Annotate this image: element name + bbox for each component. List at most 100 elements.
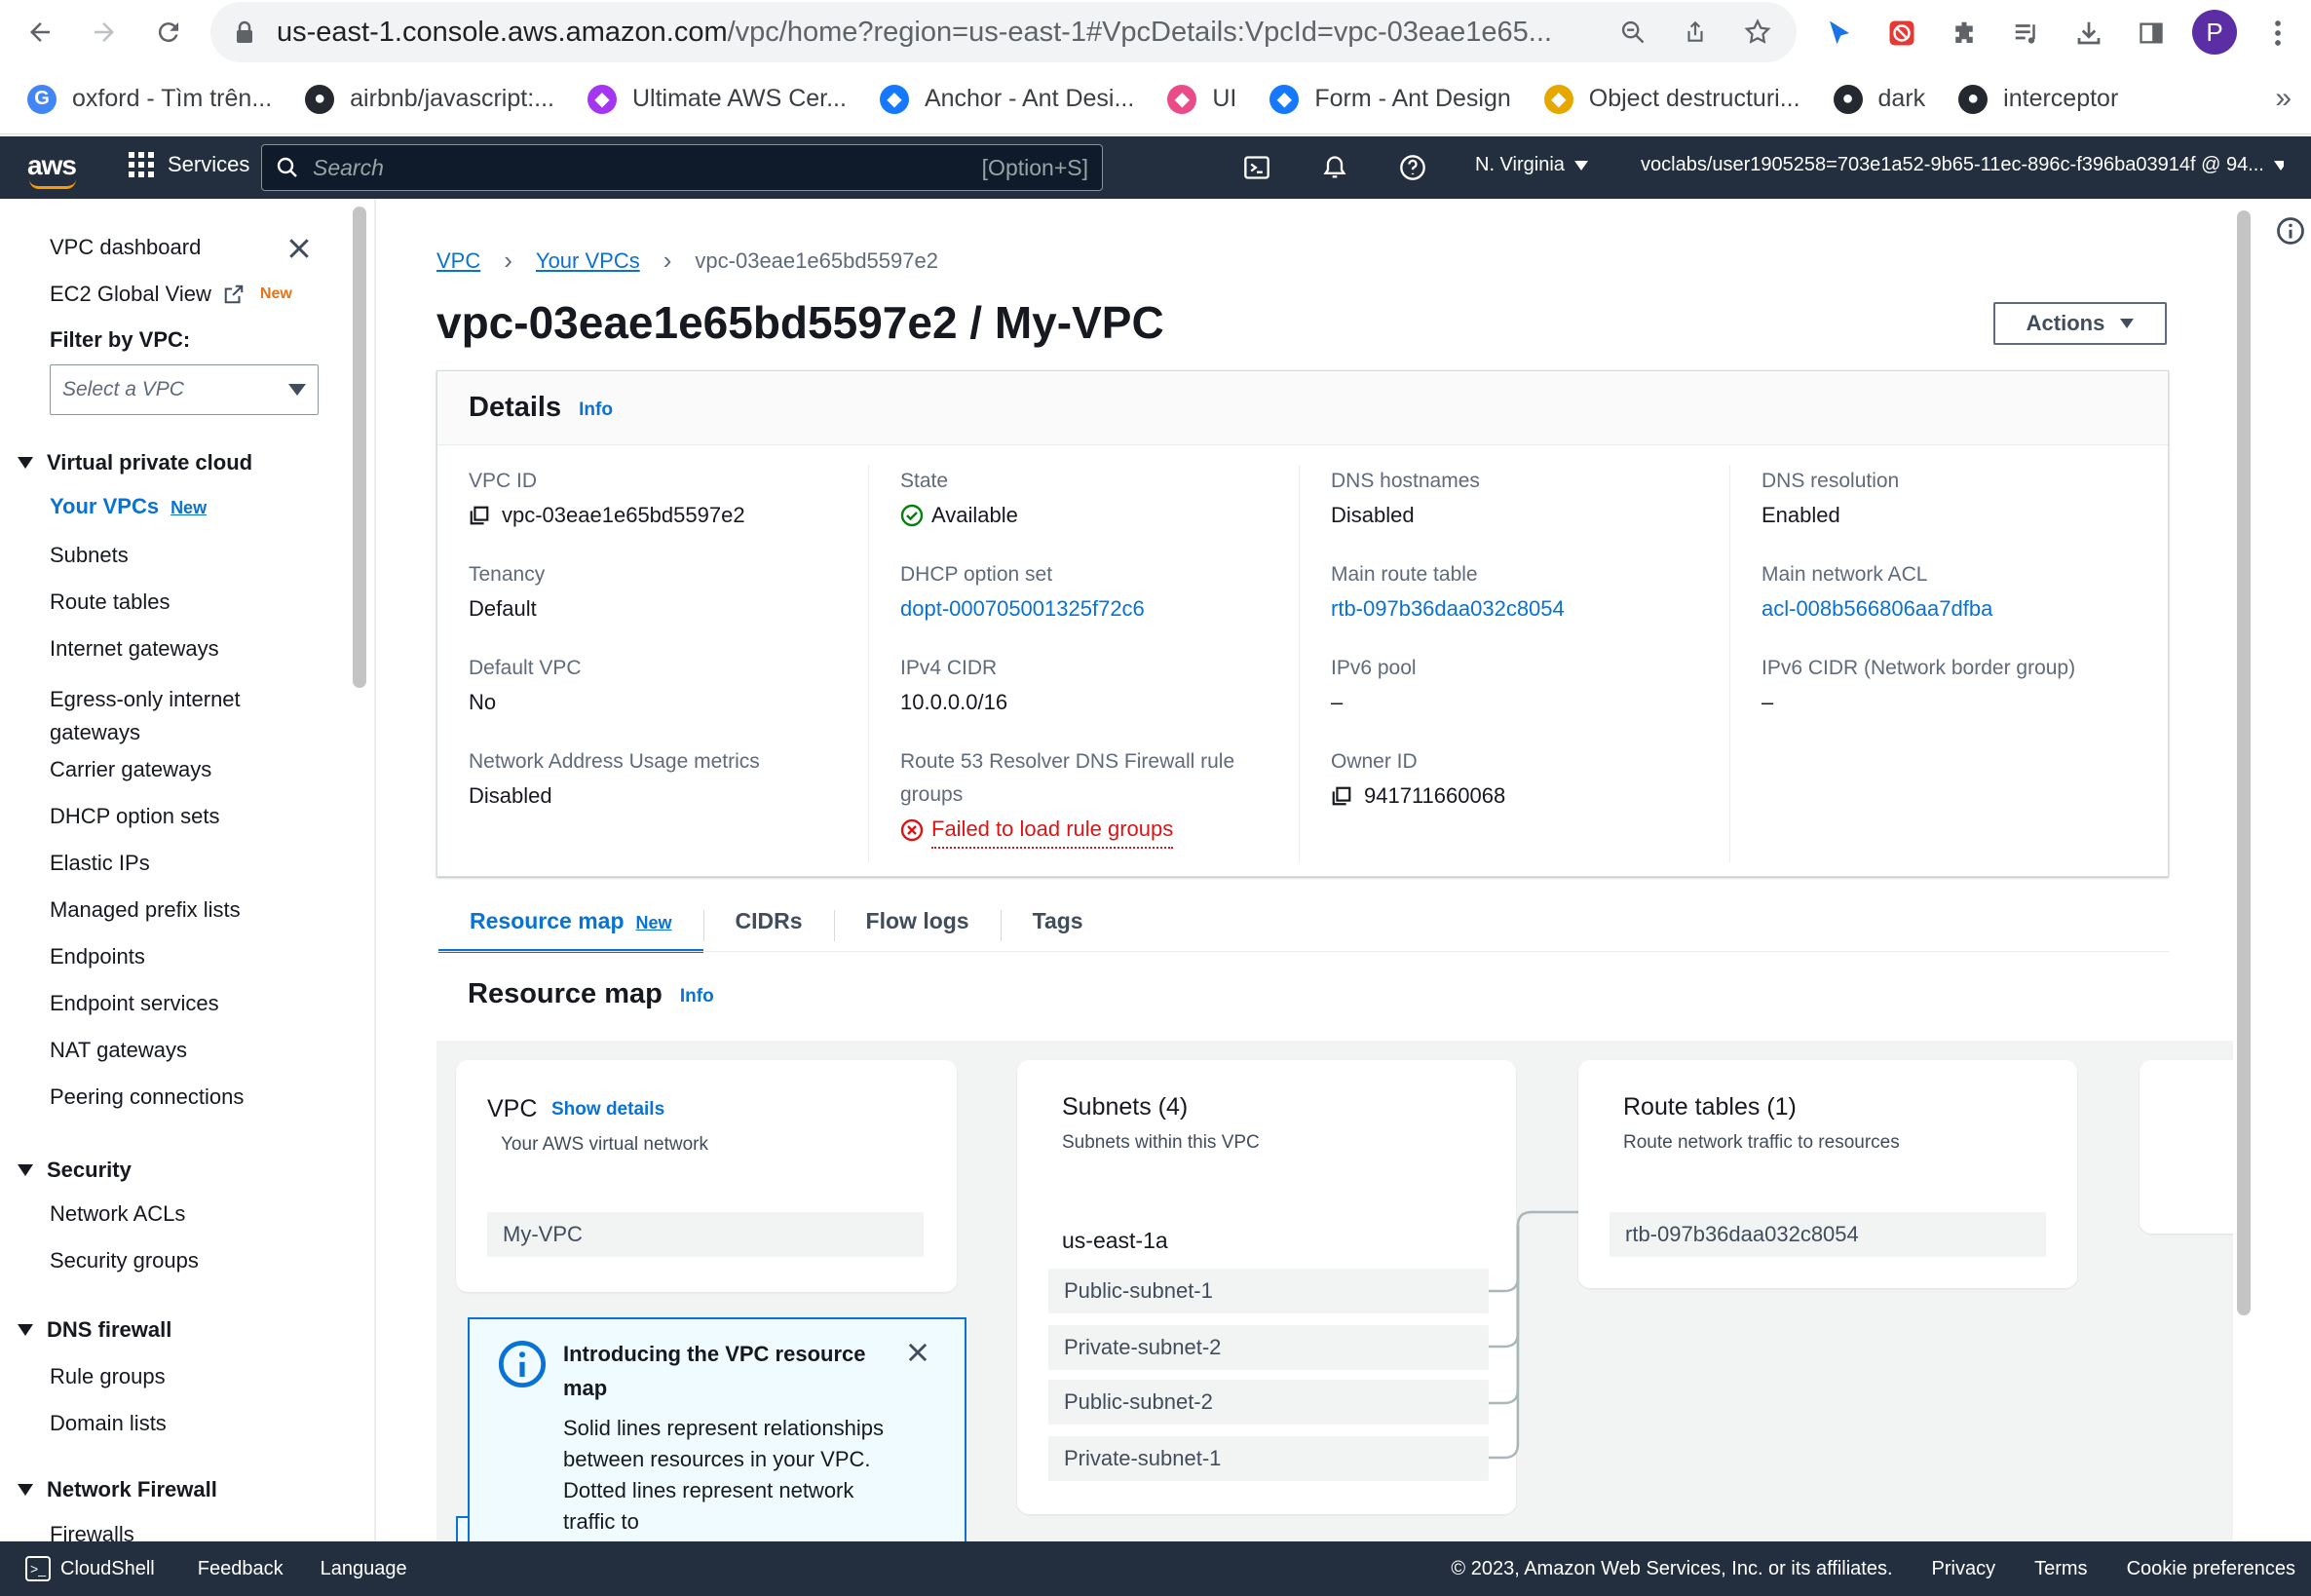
show-details-link[interactable]: Show details bbox=[551, 1099, 664, 1121]
bookmark-item[interactable]: ◆ UI bbox=[1167, 84, 1236, 114]
account-menu[interactable]: voclabs/user1905258=703e1a52-9b65-11ec-8… bbox=[1641, 154, 2284, 176]
resource-map-title: Resource map Info bbox=[468, 978, 714, 1009]
js-info-icon: ◆ bbox=[1543, 84, 1573, 114]
blocker-extension-icon[interactable] bbox=[1880, 12, 1923, 55]
sidebar-section-header[interactable]: DNS firewall bbox=[18, 1317, 171, 1343]
vpc-node-my-vpc[interactable]: My-VPC bbox=[487, 1212, 924, 1257]
details-title: Details bbox=[469, 392, 562, 423]
sidebar-item-vpc-dashboard[interactable]: VPC dashboard bbox=[50, 235, 201, 260]
sidebar-item[interactable]: Carrier gateways bbox=[50, 757, 211, 782]
services-grid-icon bbox=[129, 152, 154, 177]
bookmark-item[interactable]: ◆ Object destructuri... bbox=[1543, 84, 1800, 114]
sidebar-item[interactable]: Egress-only internet gateways bbox=[50, 683, 284, 749]
sidebar-scrollbar[interactable] bbox=[353, 207, 366, 688]
subnet-node[interactable]: Public-subnet-2 bbox=[1048, 1380, 1489, 1425]
side-panel-icon[interactable] bbox=[2130, 12, 2173, 55]
dhcp-option-set-link[interactable]: dopt-000705001325f72c6 bbox=[900, 591, 1145, 627]
main-scrollbar[interactable] bbox=[2237, 210, 2251, 1315]
sidebar-item[interactable]: Managed prefix lists bbox=[50, 897, 241, 923]
reading-list-icon[interactable] bbox=[2005, 12, 2048, 55]
services-menu[interactable]: Services bbox=[129, 152, 249, 177]
footer-cloudshell[interactable]: CloudShell bbox=[60, 1558, 155, 1580]
address-bar[interactable]: us-east-1.console.aws.amazon.com/vpc/hom… bbox=[210, 2, 1797, 62]
cloudshell-icon[interactable] bbox=[1241, 152, 1272, 183]
close-icon[interactable] bbox=[904, 1339, 931, 1366]
bookmark-item[interactable]: Goxford - Tìm trên... bbox=[27, 84, 272, 114]
sidebar-item[interactable]: Elastic IPs bbox=[50, 851, 150, 876]
vpc-filter-select[interactable]: Select a VPC bbox=[50, 364, 319, 415]
breadcrumb-vpc[interactable]: VPC bbox=[436, 248, 480, 274]
sidebar-section-header[interactable]: Network Firewall bbox=[18, 1477, 217, 1502]
sidebar-item[interactable]: Route tables bbox=[50, 589, 170, 615]
main-route-table-link[interactable]: rtb-097b36daa032c8054 bbox=[1331, 591, 1565, 627]
state-value: Available bbox=[931, 503, 1018, 527]
footer-cookie-preferences[interactable]: Cookie preferences bbox=[2127, 1558, 2295, 1580]
cursor-extension-icon[interactable] bbox=[1818, 12, 1861, 55]
tab-flow-logs[interactable]: Flow logs bbox=[835, 898, 1001, 951]
forward-icon[interactable] bbox=[82, 10, 127, 55]
bookmark-item[interactable]: ● dark bbox=[1833, 84, 1925, 114]
footer-language[interactable]: Language bbox=[321, 1558, 407, 1580]
footer-copyright: © 2023, Amazon Web Services, Inc. or its… bbox=[1451, 1557, 1893, 1579]
tab-cidrs[interactable]: CIDRs bbox=[704, 898, 834, 951]
close-sidebar-icon[interactable] bbox=[284, 234, 314, 263]
copy-icon[interactable] bbox=[1331, 785, 1352, 807]
zoom-icon[interactable] bbox=[1613, 13, 1652, 52]
search-input[interactable]: Search [Option+S] bbox=[261, 144, 1103, 191]
footer-terms[interactable]: Terms bbox=[2034, 1558, 2087, 1580]
actions-button[interactable]: Actions bbox=[1993, 302, 2167, 345]
tab-resource-map[interactable]: Resource map New bbox=[438, 898, 703, 953]
copy-icon[interactable] bbox=[469, 505, 490, 526]
subnet-node[interactable]: Private-subnet-2 bbox=[1048, 1325, 1489, 1370]
sidebar-item[interactable]: Security groups bbox=[50, 1248, 199, 1273]
sidebar-section-header[interactable]: Security bbox=[18, 1158, 132, 1183]
help-icon[interactable] bbox=[1397, 152, 1428, 183]
field-ipv4-cidr: IPv4 CIDR 10.0.0.0/16 bbox=[900, 657, 1008, 714]
menu-kebab-icon[interactable] bbox=[2256, 12, 2299, 55]
extensions-puzzle-icon[interactable] bbox=[1943, 12, 1986, 55]
bookmark-item[interactable]: ◆ Anchor - Ant Desi... bbox=[879, 84, 1134, 114]
sidebar-item[interactable]: NAT gateways bbox=[50, 1038, 187, 1063]
sidebar-item[interactable]: Network ACLs bbox=[50, 1201, 185, 1227]
resource-map-info-link[interactable]: Info bbox=[680, 986, 714, 1007]
sidebar-item[interactable]: DHCP option sets bbox=[50, 804, 219, 829]
sidebar-item[interactable]: Internet gateways bbox=[50, 636, 219, 662]
details-info-link[interactable]: Info bbox=[579, 399, 613, 421]
sidebar-item[interactable]: Subnets bbox=[50, 543, 129, 568]
bookmark-item[interactable]: ● airbnb/javascript:... bbox=[305, 84, 554, 114]
info-panel-icon[interactable] bbox=[2276, 216, 2305, 246]
sidebar-item[interactable]: Rule groups bbox=[50, 1364, 166, 1389]
rule-groups-error[interactable]: Failed to load rule groups bbox=[931, 812, 1174, 849]
share-icon[interactable] bbox=[1676, 13, 1715, 52]
caret-down-icon bbox=[2273, 160, 2284, 171]
back-icon[interactable] bbox=[18, 10, 62, 55]
sidebar-section-header[interactable]: Virtual private cloud bbox=[18, 450, 252, 475]
bookmark-item[interactable]: ◆ Ultimate AWS Cer... bbox=[587, 84, 847, 114]
sidebar-item[interactable]: Peering connections bbox=[50, 1084, 244, 1110]
tab-tags[interactable]: Tags bbox=[1002, 898, 1115, 951]
region-selector[interactable]: N. Virginia bbox=[1475, 154, 1588, 176]
bookmark-item[interactable]: ◆ Form - Ant Design bbox=[1269, 84, 1511, 114]
aws-logo[interactable]: aws bbox=[27, 150, 77, 189]
sidebar-item[interactable]: Endpoints bbox=[50, 944, 145, 969]
profile-avatar[interactable]: P bbox=[2192, 10, 2237, 55]
main-network-acl-link[interactable]: acl-008b566806aa7dfba bbox=[1762, 591, 1992, 627]
footer-feedback[interactable]: Feedback bbox=[198, 1558, 284, 1580]
breadcrumb-your-vpcs[interactable]: Your VPCs bbox=[536, 248, 640, 274]
notifications-bell-icon[interactable] bbox=[1319, 152, 1350, 183]
reload-icon[interactable] bbox=[146, 10, 191, 55]
subnet-node[interactable]: Private-subnet-1 bbox=[1048, 1436, 1489, 1481]
subnet-node[interactable]: Public-subnet-1 bbox=[1048, 1269, 1489, 1313]
bookmark-star-icon[interactable] bbox=[1738, 13, 1777, 52]
sidebar-item[interactable]: Endpoint services bbox=[50, 991, 219, 1016]
sidebar-item[interactable]: Domain lists bbox=[50, 1411, 167, 1436]
bookmark-item[interactable]: ● interceptor bbox=[1958, 84, 2118, 114]
lock-icon[interactable] bbox=[230, 18, 259, 47]
bookmarks-overflow-icon[interactable]: » bbox=[2275, 82, 2292, 115]
route-table-node[interactable]: rtb-097b36daa032c8054 bbox=[1610, 1212, 2046, 1257]
sidebar-item[interactable]: Your VPCs New bbox=[50, 494, 207, 519]
sidebar-item-ec2-global-view[interactable]: EC2 Global View New bbox=[50, 282, 292, 307]
download-icon[interactable] bbox=[2067, 12, 2110, 55]
footer-privacy[interactable]: Privacy bbox=[1932, 1558, 1996, 1580]
tabs-underline bbox=[438, 951, 2169, 952]
